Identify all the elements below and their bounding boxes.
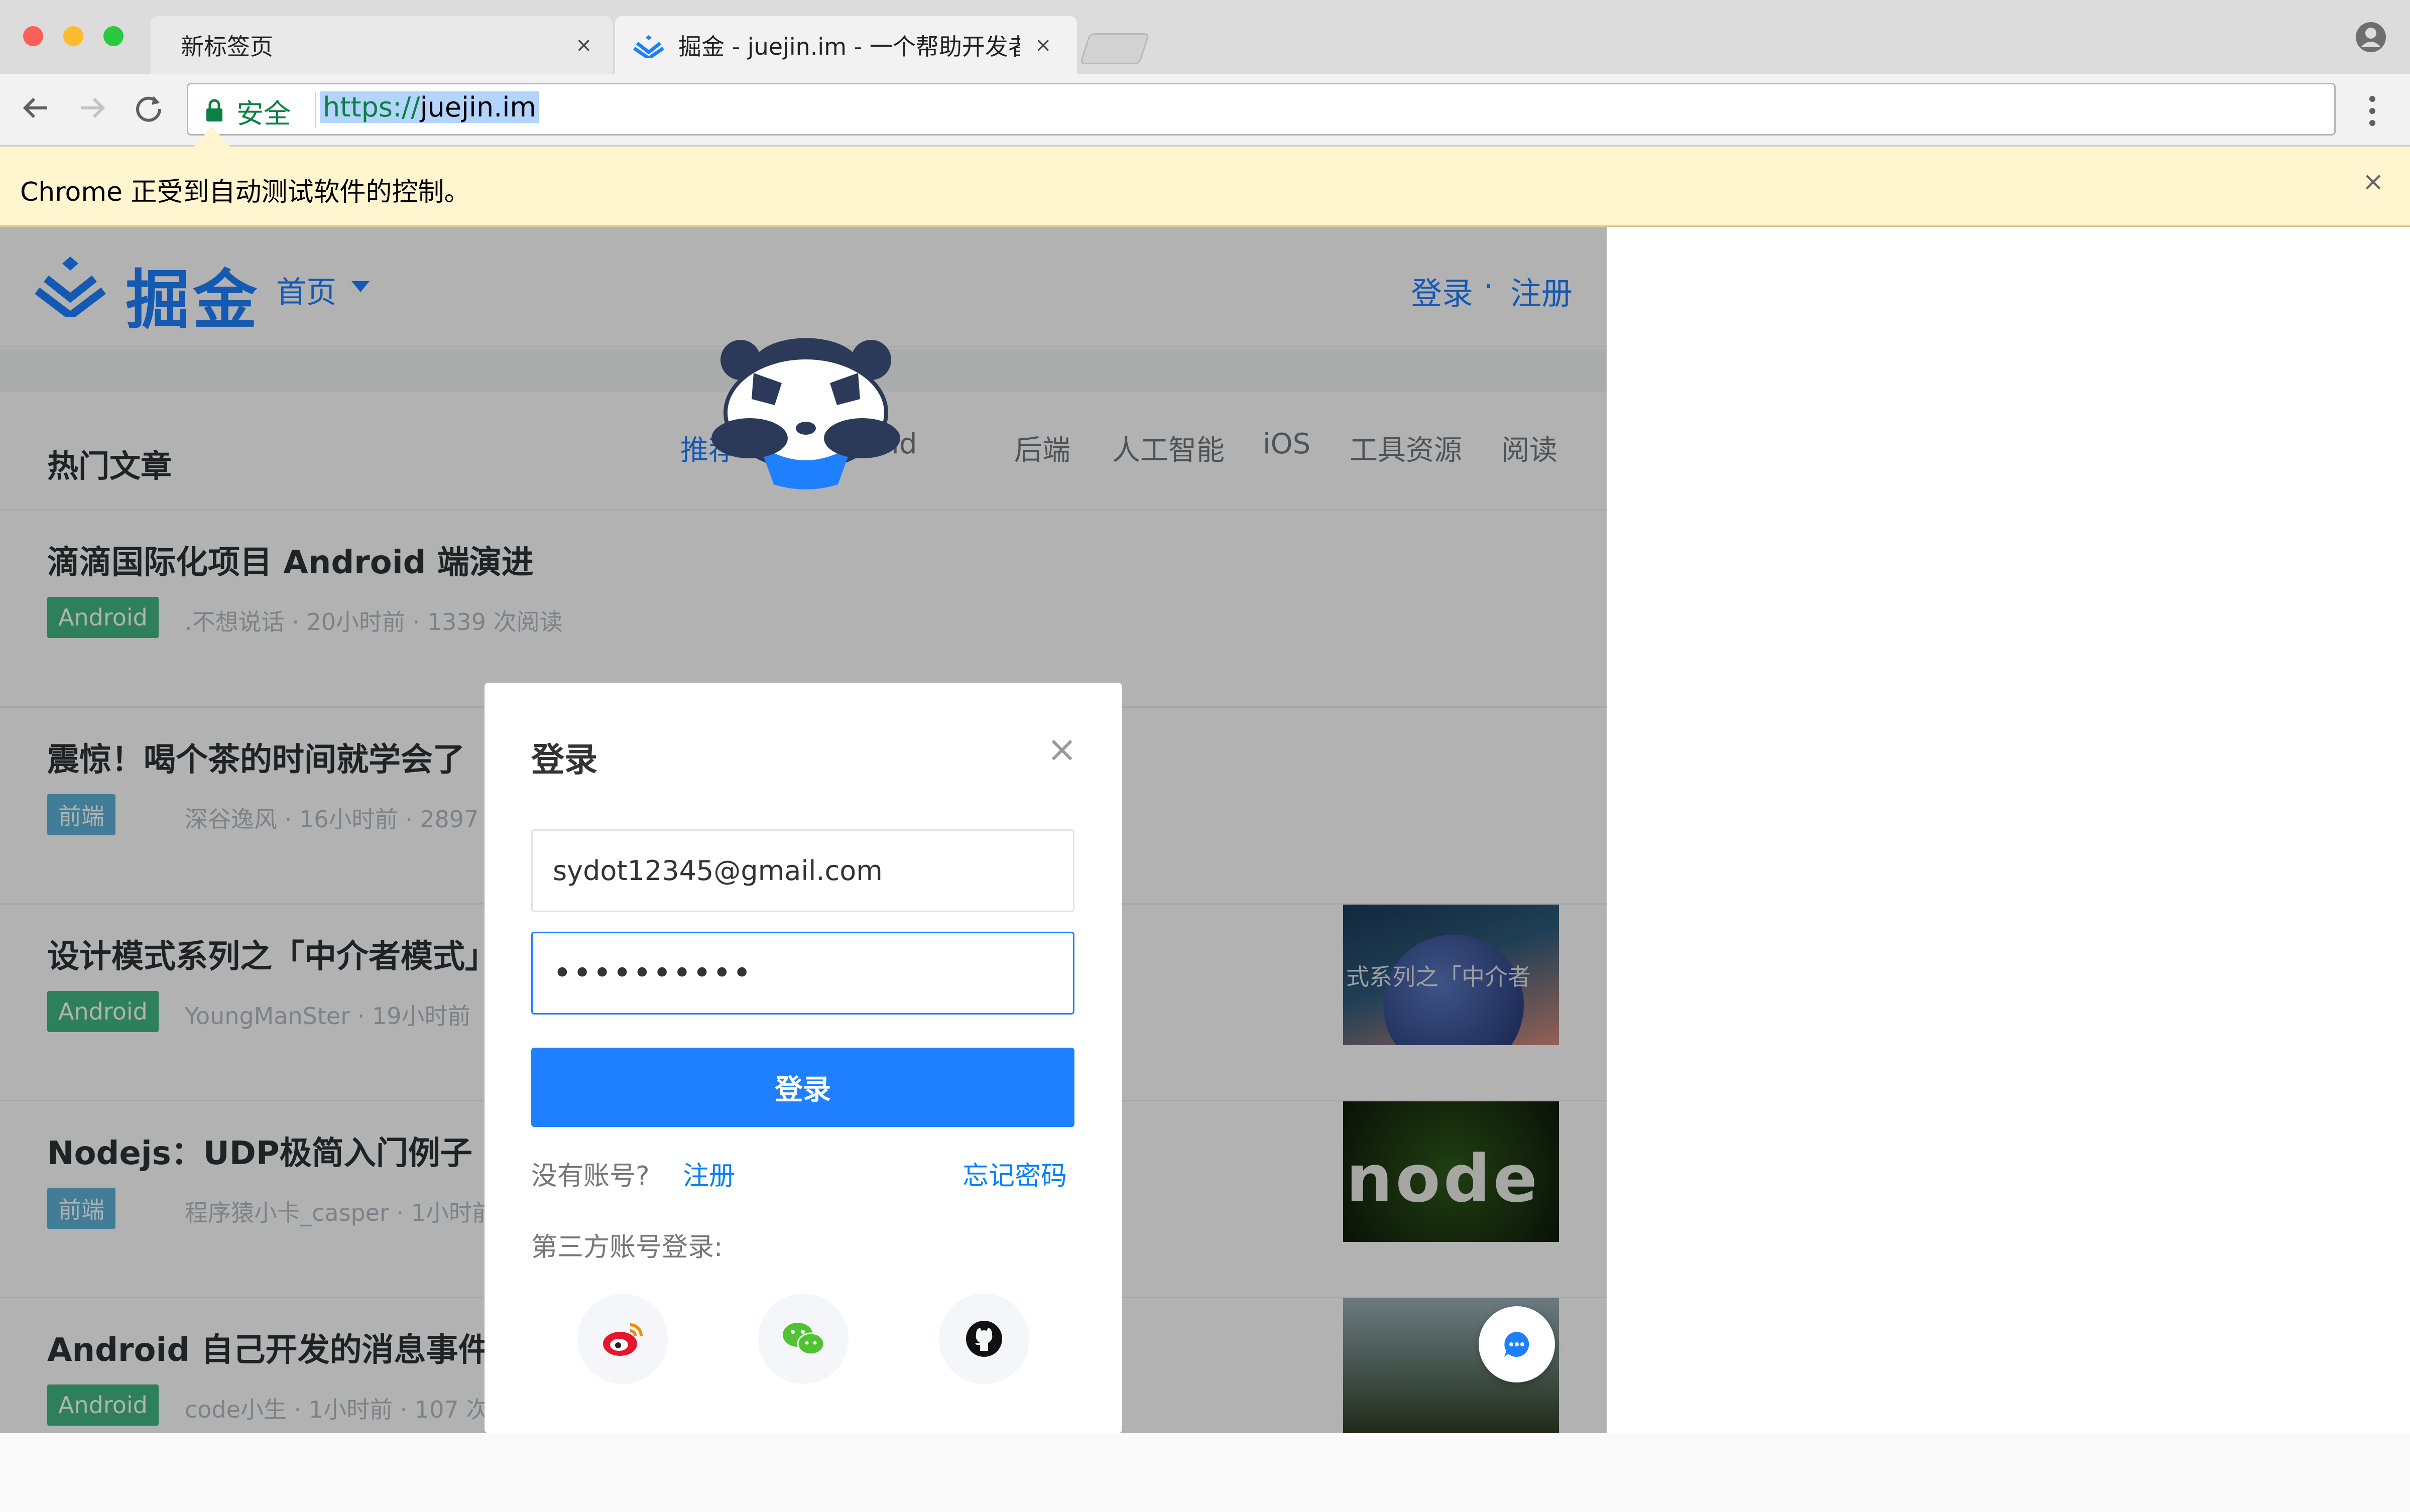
profile-icon[interactable] (2355, 21, 2387, 53)
chat-fab[interactable] (1479, 1306, 1555, 1382)
arrow-right-icon (81, 97, 105, 118)
infobar-message: Chrome 正受到自动测试软件的控制。 (20, 177, 470, 207)
register-link[interactable]: 注册 (683, 1155, 735, 1192)
forgot-password-link[interactable]: 忘记密码 (962, 1155, 1067, 1192)
github-icon (966, 1321, 1002, 1357)
forward-button[interactable] (73, 88, 113, 128)
omnibox-callout (192, 127, 232, 149)
login-modal: 登录 × sydot12345@gmail.com •••••••••• 登录 … (485, 683, 1122, 1433)
back-button[interactable] (15, 88, 55, 128)
arrow-left-icon (23, 97, 47, 118)
password-value: •••••••••• (553, 954, 753, 992)
submit-label: 登录 (775, 1073, 831, 1106)
automation-infobar: Chrome 正受到自动测试软件的控制。 × (0, 147, 2410, 227)
wechat-icon (783, 1323, 825, 1355)
tab-close-icon[interactable]: × (575, 34, 592, 57)
reload-button[interactable] (129, 88, 169, 128)
window-zoom-button[interactable] (103, 26, 124, 46)
browser-tab-strip: 新标签页 × 掘金 - juejin.im - 一个帮助开发者 × (0, 0, 2410, 74)
url-scheme: https:// (323, 91, 420, 123)
reload-icon (136, 96, 162, 122)
juejin-page: 掘金 首页 登录 · 注册 热门文章 推荐 Android 后端 人工智能 iO… (0, 227, 1607, 1433)
tab-title: 新标签页 (181, 33, 273, 60)
url-text[interactable]: https://juejin.im (320, 91, 540, 123)
modal-close-icon[interactable]: × (1047, 728, 1077, 770)
menu-dots-icon[interactable] (2365, 93, 2380, 129)
chat-bubble-icon (1504, 1332, 1529, 1357)
modal-title: 登录 (531, 740, 597, 779)
weibo-icon (603, 1323, 643, 1356)
tab-juejin[interactable]: 掘金 - juejin.im - 一个帮助开发者 × (615, 16, 1077, 74)
url-host: juejin.im (420, 91, 537, 123)
email-value: sydot12345@gmail.com (553, 855, 883, 887)
github-button[interactable] (939, 1294, 1029, 1384)
wechat-button[interactable] (758, 1294, 849, 1384)
infobar-close-icon[interactable]: × (2362, 167, 2384, 197)
window-close-button[interactable] (23, 26, 43, 46)
third-party-label: 第三方账号登录: (531, 1232, 723, 1263)
secure-label: 安全 (236, 98, 291, 130)
new-tab-button[interactable] (1079, 33, 1150, 64)
address-divider (315, 92, 316, 128)
lock-icon (206, 99, 222, 121)
no-account-text: 没有账号? (531, 1161, 650, 1191)
blank-viewport-area (1607, 227, 2410, 1433)
juejin-favicon-icon (633, 35, 664, 58)
bottom-blank-area (0, 1433, 2410, 1512)
login-submit-button[interactable]: 登录 (531, 1048, 1074, 1127)
panda-mascot-icon (711, 338, 900, 489)
window-minimize-button[interactable] (63, 26, 83, 46)
weibo-button[interactable] (577, 1294, 668, 1384)
password-field[interactable]: •••••••••• (531, 932, 1074, 1015)
tab-close-icon[interactable]: × (1035, 34, 1052, 57)
address-bar[interactable]: 安全 https://juejin.im (187, 83, 2336, 136)
tab-new-tab[interactable]: 新标签页 × (151, 16, 613, 74)
email-field[interactable]: sydot12345@gmail.com (531, 829, 1074, 912)
tab-title: 掘金 - juejin.im - 一个帮助开发者 (678, 33, 1020, 60)
